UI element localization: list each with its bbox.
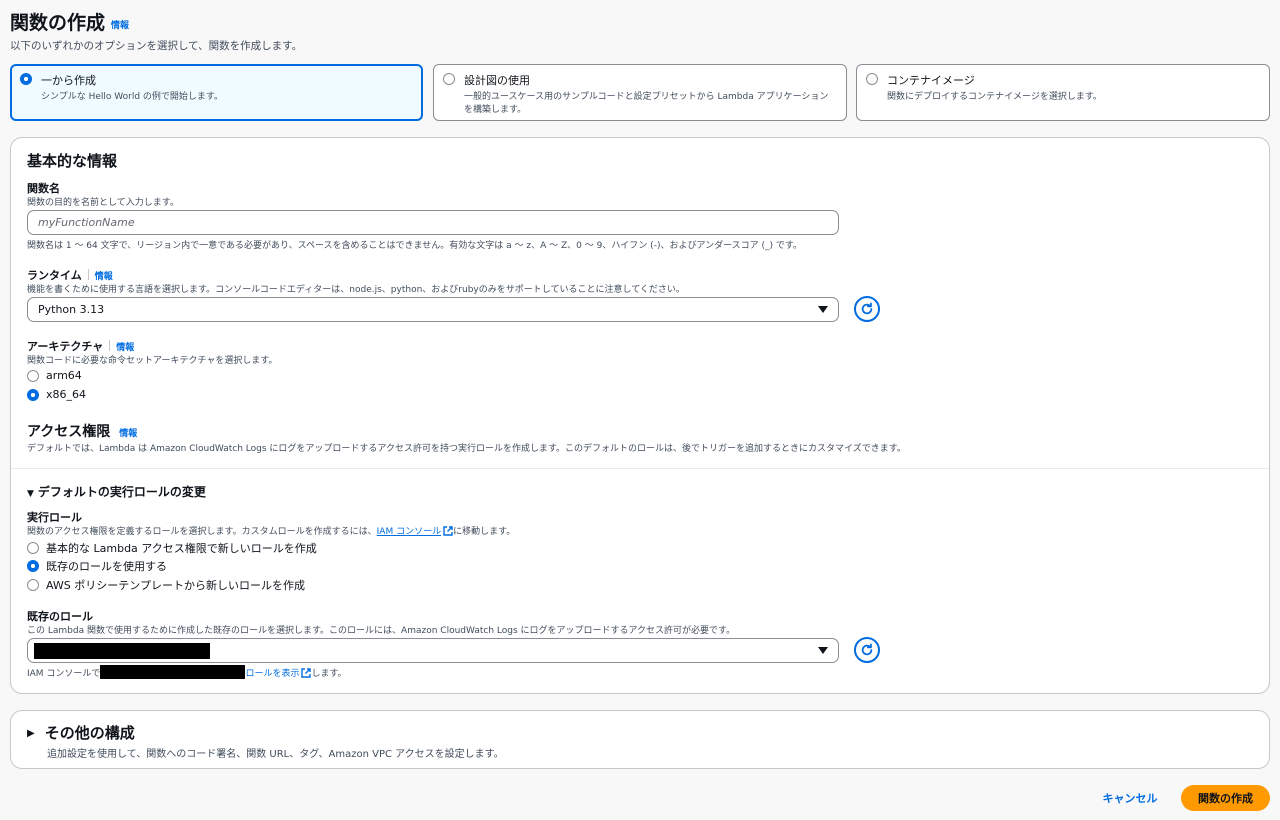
option-card-author-from-scratch[interactable]: 一から作成 シンプルな Hello World の例で開始します。: [10, 64, 423, 121]
radio-button[interactable]: [27, 542, 39, 554]
architecture-label: アーキテクチャ 情報: [27, 340, 135, 353]
option-title: 一から作成: [41, 74, 96, 87]
separator: [109, 340, 111, 351]
runtime-label: ランタイム 情報: [27, 269, 113, 282]
radio-button[interactable]: [27, 388, 39, 401]
basic-info-heading: 基本的な情報: [27, 152, 118, 170]
radio-button[interactable]: [27, 369, 39, 382]
radio-button[interactable]: [27, 579, 39, 591]
caret-down-icon: ▼: [27, 489, 34, 499]
page-title: 関数の作成 情報: [10, 12, 130, 34]
option-desc: 一般的ユースケース用のサンプルコードと設定プリセットから Lambda アプリケ…: [464, 92, 829, 115]
create-function-button[interactable]: 関数の作成: [1181, 785, 1270, 811]
cancel-button[interactable]: キャンセル: [1097, 786, 1163, 810]
runtime-value: Python 3.13: [38, 303, 105, 316]
option-title: 設計図の使用: [464, 74, 530, 87]
option-card-blueprint[interactable]: 設計図の使用 一般的ユースケース用のサンプルコードと設定プリセットから Lamb…: [433, 64, 847, 121]
exec-role-desc: 関数のアクセス権限を定義するロールを選択します。カスタムロールを作成するには、I…: [27, 526, 516, 537]
architecture-info-link[interactable]: 情報: [116, 343, 134, 353]
architecture-desc: 関数コードに必要な命令セットアーキテクチャを選択します。: [27, 356, 278, 366]
runtime-select[interactable]: Python 3.13: [27, 297, 839, 322]
runtime-desc: 機能を書くために使用する言語を選択します。コンソールコードエディターは、node…: [27, 285, 685, 295]
permissions-info-link[interactable]: 情報: [119, 429, 137, 439]
additional-config-heading: ▶ その他の構成: [27, 724, 135, 742]
external-link-icon: [443, 526, 453, 536]
basic-info-panel: 基本的な情報 関数名 関数の目的を名前として入力します。 myFunctionN…: [10, 137, 1270, 694]
architecture-option-x86-64[interactable]: x86_64: [27, 388, 86, 401]
existing-role-desc: この Lambda 関数で使用するために作成した既存のロールを選択します。このロ…: [27, 626, 736, 636]
chevron-down-icon: [818, 647, 828, 654]
runtime-refresh-button[interactable]: [854, 296, 880, 322]
function-name-desc: 関数の目的を名前として入力します。: [27, 198, 179, 208]
iam-console-link[interactable]: IAM コンソール: [377, 526, 453, 537]
refresh-icon: [861, 643, 873, 656]
redacted-role-value: [34, 642, 210, 659]
role-option-create-basic[interactable]: 基本的な Lambda アクセス権限で新しいロールを作成: [27, 540, 317, 556]
function-name-label: 関数名: [27, 182, 60, 195]
page-subtitle: 以下のいずれかのオプションを選択して、関数を作成します。: [10, 40, 303, 52]
option-desc: 関数にデプロイするコンテナイメージを選択します。: [887, 92, 1102, 102]
existing-role-refresh-button[interactable]: [854, 637, 880, 663]
function-name-input[interactable]: myFunctionName: [27, 210, 839, 235]
refresh-icon: [861, 302, 873, 315]
option-radio[interactable]: [20, 73, 32, 85]
option-radio[interactable]: [866, 73, 878, 85]
external-link-icon: [301, 667, 312, 678]
existing-role-footer: IAM コンソールで ロールを表示 します。: [27, 665, 347, 679]
runtime-info-link[interactable]: 情報: [95, 272, 113, 282]
permissions-heading: アクセス権限 情報: [27, 424, 138, 440]
redacted-role-name: [100, 665, 246, 679]
existing-role-label: 既存のロール: [27, 610, 93, 623]
permissions-desc: デフォルトでは、Lambda は Amazon CloudWatch Logs …: [27, 444, 906, 454]
option-radio[interactable]: [443, 73, 455, 85]
divider: [11, 468, 1269, 469]
page-info-link[interactable]: 情報: [111, 21, 129, 31]
radio-button[interactable]: [27, 560, 39, 572]
caret-right-icon: ▶: [27, 728, 35, 739]
option-title: コンテナイメージ: [887, 74, 975, 87]
additional-config-desc: 追加設定を使用して、関数へのコード署名、関数 URL、タグ、Amazon VPC…: [47, 749, 504, 760]
role-option-policy-template[interactable]: AWS ポリシーテンプレートから新しいロールを作成: [27, 577, 305, 593]
role-change-toggle[interactable]: ▼ デフォルトの実行ロールの変更: [27, 483, 206, 500]
exec-role-label: 実行ロール: [27, 511, 82, 524]
role-option-use-existing[interactable]: 既存のロールを使用する: [27, 558, 167, 574]
option-card-container-image[interactable]: コンテナイメージ 関数にデプロイするコンテナイメージを選択します。: [856, 64, 1270, 121]
view-role-link[interactable]: ロールを表示: [245, 666, 312, 679]
function-name-hint: 関数名は 1 〜 64 文字で、リージョン内で一意である必要があり、スペースを含…: [27, 241, 802, 251]
function-name-placeholder: myFunctionName: [38, 216, 135, 229]
option-desc: シンプルな Hello World の例で開始します。: [41, 92, 224, 102]
architecture-option-arm64[interactable]: arm64: [27, 369, 82, 382]
chevron-down-icon: [818, 306, 828, 313]
separator: [87, 269, 89, 280]
additional-config-panel[interactable]: ▶ その他の構成 追加設定を使用して、関数へのコード署名、関数 URL、タグ、Am…: [10, 710, 1270, 769]
existing-role-select[interactable]: [27, 638, 839, 663]
